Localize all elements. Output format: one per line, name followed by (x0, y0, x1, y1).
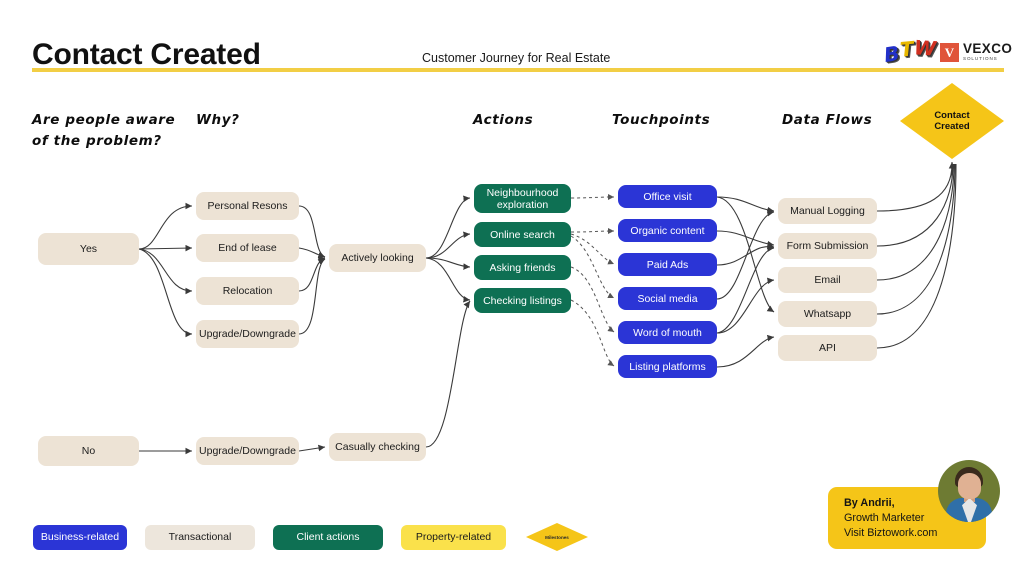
vexco-tagline: SOLUTIONS (963, 56, 998, 61)
legend-item-transactional[interactable]: Transactional (145, 524, 255, 550)
diagram-canvas: Contact Created Customer Journey for Rea… (0, 0, 1024, 574)
node-touchpoint-office-visit[interactable]: Office visit (618, 185, 717, 208)
node-action-checking-listings[interactable]: Checking listings (474, 288, 571, 313)
node-why-personal-reasons[interactable]: Personal Resons (196, 192, 299, 220)
node-action-online-search[interactable]: Online search (474, 222, 571, 247)
vexco-logo-mark: V (940, 42, 959, 62)
legend-item-property-related[interactable]: Property-related (401, 524, 506, 550)
page-title: Contact Created (32, 38, 261, 71)
btw-logo-letter-w: W (913, 35, 937, 61)
column-header-actions: Actions (473, 112, 534, 128)
node-dataflow-whatsapp[interactable]: Whatsapp (778, 301, 877, 327)
vexco-logo-text: VEXCO SOLUTIONS (963, 41, 1013, 61)
milestone-label-line2: Created (934, 121, 970, 132)
legend-item-milestones[interactable]: Milestones (526, 523, 588, 551)
column-header-touchpoints: Touchpoints (612, 112, 711, 128)
legend-item-business-related[interactable]: Business-related (33, 524, 127, 550)
node-stage-actively-looking[interactable]: Actively looking (329, 244, 426, 272)
node-action-neighbourhood-exploration[interactable]: Neighbourhood exploration (474, 184, 571, 213)
page-subtitle: Customer Journey for Real Estate (422, 51, 611, 65)
vexco-logo: V VEXCO SOLUTIONS (940, 40, 1012, 64)
legend-milestones-label: Milestones (545, 534, 569, 540)
milestone-label: Contact Created (900, 83, 1004, 159)
legend-item-client-actions[interactable]: Client actions (273, 524, 383, 550)
avatar-face (958, 473, 981, 499)
node-touchpoint-social-media[interactable]: Social media (618, 287, 717, 310)
milestone-contact-created[interactable]: Contact Created (900, 83, 1004, 159)
node-dataflow-manual-logging[interactable]: Manual Logging (778, 198, 877, 224)
node-touchpoint-organic-content[interactable]: Organic content (618, 219, 717, 242)
node-stage-casually-checking[interactable]: Casually checking (329, 433, 426, 461)
node-why-end-of-lease[interactable]: End of lease (196, 234, 299, 262)
node-why-upgrade-downgrade[interactable]: Upgrade/Downgrade (196, 320, 299, 348)
column-header-why: Why? (196, 112, 240, 128)
node-awareness-no[interactable]: No (38, 436, 139, 466)
milestone-label-line1: Contact (934, 110, 970, 121)
legend: Business-related Transactional Client ac… (33, 523, 588, 551)
node-why-relocation[interactable]: Relocation (196, 277, 299, 305)
node-dataflow-email[interactable]: Email (778, 267, 877, 293)
column-header-dataflows: Data Flows (782, 112, 873, 128)
author-website[interactable]: Visit Biztowork.com (844, 526, 986, 541)
btw-logo: B T W (882, 35, 942, 68)
vexco-wordmark: VEXCO (963, 41, 1013, 56)
node-touchpoint-paid-ads[interactable]: Paid Ads (618, 253, 717, 276)
header-divider (32, 68, 1004, 72)
author-avatar (938, 460, 1000, 522)
node-why-upgrade-downgrade-no[interactable]: Upgrade/Downgrade (196, 437, 299, 465)
node-dataflow-form-submission[interactable]: Form Submission (778, 233, 877, 259)
page-header: Contact Created Customer Journey for Rea… (0, 0, 1024, 78)
node-dataflow-api[interactable]: API (778, 335, 877, 361)
column-header-awareness: Are people aware of the problem? (32, 112, 176, 149)
node-touchpoint-listing-platforms[interactable]: Listing platforms (618, 355, 717, 378)
node-awareness-yes[interactable]: Yes (38, 233, 139, 265)
node-touchpoint-word-of-mouth[interactable]: Word of mouth (618, 321, 717, 344)
btw-logo-letter-b: B (882, 40, 902, 68)
node-action-asking-friends[interactable]: Asking friends (474, 255, 571, 280)
